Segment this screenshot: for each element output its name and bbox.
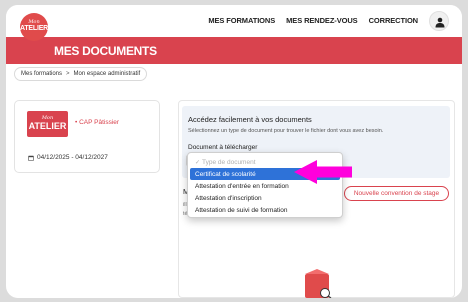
calendar-icon [28, 155, 34, 161]
school-logo-small-text: Mon [41, 115, 54, 121]
documents-description: Sélectionnez un type de document pour tr… [188, 128, 384, 134]
course-name: • CAP Pâtissier [75, 119, 120, 126]
dropdown-option-label: Attestation d'entrée en formation [195, 182, 289, 190]
page-title: MES DOCUMENTS [54, 44, 157, 58]
logo-small-text: Mon [28, 19, 40, 25]
breadcrumb-separator: > [66, 71, 70, 77]
app-window: MES FORMATIONS MES RENDEZ-VOUS CORRECTIO… [6, 5, 462, 298]
dropdown-option-placeholder-label: Type de document [202, 158, 256, 166]
dropdown-option-label: Attestation d'inscription [195, 194, 262, 202]
nav-link-correction[interactable]: CORRECTION [369, 16, 419, 25]
breadcrumb: Mes formations > Mon espace administrati… [14, 67, 148, 81]
document-select-label: Document à télécharger [188, 144, 258, 151]
checkmark-icon: ✓ [195, 159, 201, 166]
new-internship-agreement-button[interactable]: Nouvelle convention de stage [344, 186, 449, 201]
user-icon [435, 17, 445, 28]
pointer-arrow-icon [294, 160, 352, 184]
user-account-button[interactable] [429, 11, 449, 31]
logo-big-text: ATELIER [20, 25, 49, 32]
course-dates-text: 04/12/2025 - 04/12/2027 [37, 154, 108, 161]
brand-logo[interactable]: Mon ATELIER [20, 13, 48, 41]
course-card: Mon ATELIER • CAP Pâtissier 04/12/2025 -… [14, 100, 160, 173]
page-banner: MES DOCUMENTS [6, 37, 462, 64]
top-navigation: MES FORMATIONS MES RENDEZ-VOUS CORRECTIO… [6, 5, 462, 37]
school-logo-big-text: ATELIER [28, 121, 67, 131]
breadcrumb-item-current: Mon espace administratif [73, 71, 141, 77]
nav-links: MES FORMATIONS MES RENDEZ-VOUS CORRECTIO… [208, 16, 418, 25]
school-logo: Mon ATELIER [27, 111, 68, 137]
documents-title: Accédez facilement à vos documents [188, 115, 312, 124]
dropdown-option-label: Attestation de suivi de formation [195, 206, 288, 214]
documents-illustration [305, 269, 332, 298]
course-dates: 04/12/2025 - 04/12/2027 [28, 154, 108, 161]
dropdown-option-label: Certificat de scolarité [195, 170, 256, 178]
breadcrumb-item-mes-formations[interactable]: Mes formations [21, 71, 62, 77]
dropdown-option-attestation-inscription[interactable]: Attestation d'inscription [188, 192, 342, 204]
nav-link-mes-formations[interactable]: MES FORMATIONS [208, 16, 275, 25]
nav-link-mes-rendez-vous[interactable]: MES RENDEZ-VOUS [286, 16, 358, 25]
dropdown-option-attestation-suivi[interactable]: Attestation de suivi de formation [188, 204, 342, 216]
